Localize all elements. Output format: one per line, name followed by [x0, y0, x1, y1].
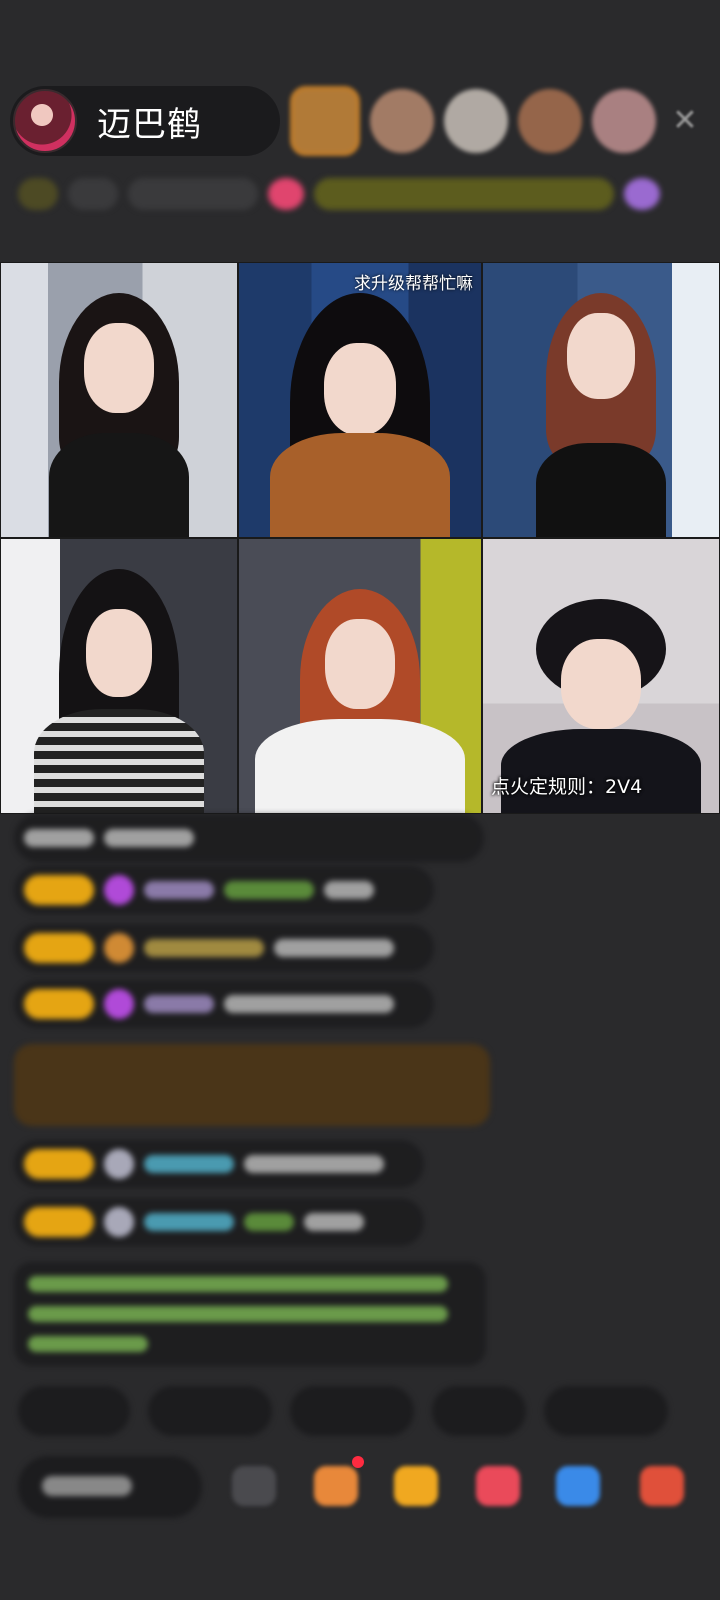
level-badge [24, 933, 94, 963]
highlight-message[interactable] [14, 1044, 490, 1126]
system-notice [14, 1262, 486, 1366]
host-avatar[interactable] [13, 89, 77, 153]
chat-message[interactable] [14, 1198, 424, 1246]
guest-face [567, 313, 635, 399]
pink-chip[interactable] [268, 178, 304, 210]
level-badge [24, 1207, 94, 1237]
info-strip [18, 174, 708, 214]
message-text [244, 1155, 384, 1173]
gift-icon[interactable] [394, 1466, 438, 1506]
chat-message[interactable] [14, 866, 434, 914]
guest-body [536, 443, 666, 537]
message-text [324, 881, 374, 899]
viewer-avatar[interactable] [444, 89, 508, 153]
level-badge [24, 875, 94, 905]
quick-reply-button[interactable] [432, 1386, 526, 1436]
quick-reply-button[interactable] [290, 1386, 414, 1436]
user-name[interactable] [224, 881, 314, 899]
guest-video-2[interactable]: 求升级帮帮忙嘛 [238, 262, 482, 538]
notice-line [28, 1306, 448, 1322]
quick-reply-button[interactable] [544, 1386, 668, 1436]
info-chip [128, 178, 258, 210]
guest-caption: 求升级帮帮忙嘛 [354, 274, 473, 294]
fan-badge-icon [104, 989, 134, 1019]
banner-chip[interactable] [314, 178, 614, 210]
guest-video-4[interactable] [0, 538, 238, 814]
guest-face [325, 619, 395, 709]
quick-reply-button[interactable] [18, 1386, 130, 1436]
guest-body [270, 433, 450, 537]
viewer-avatar[interactable] [370, 89, 434, 153]
purple-chip[interactable] [624, 178, 660, 210]
chat-message[interactable] [14, 980, 434, 1028]
chat-message[interactable] [14, 924, 434, 972]
user-name[interactable] [144, 881, 214, 899]
guest-face [324, 343, 396, 435]
info-chip [68, 178, 118, 210]
guest-face [84, 323, 154, 413]
chat-message[interactable] [14, 1140, 424, 1188]
level-badge [24, 989, 94, 1019]
fan-badge-icon [104, 1149, 134, 1179]
comment-input[interactable] [18, 1456, 202, 1518]
fan-badge-icon [104, 875, 134, 905]
comment-placeholder [42, 1476, 132, 1496]
guest-body [255, 719, 465, 813]
quick-reply-button[interactable] [148, 1386, 272, 1436]
notification-dot [352, 1456, 364, 1468]
top-viewers [290, 86, 656, 156]
user-name[interactable] [144, 1155, 234, 1173]
message-text [104, 829, 194, 847]
fan-badge-icon [104, 933, 134, 963]
more-icon[interactable] [232, 1466, 276, 1506]
guest-video-5[interactable] [238, 538, 482, 814]
quick-reply-row [18, 1386, 668, 1436]
guest-body [34, 709, 204, 813]
wish-icon[interactable] [476, 1466, 520, 1506]
guest-face [561, 639, 641, 729]
fan-badge-icon [104, 1207, 134, 1237]
user-name[interactable] [144, 939, 264, 957]
message-text [274, 939, 394, 957]
guest-video-3[interactable] [482, 262, 720, 538]
viewer-avatar[interactable] [290, 86, 360, 156]
bottom-bar [18, 1456, 708, 1518]
message-text [24, 829, 94, 847]
guest-body [49, 433, 189, 537]
viewer-avatar[interactable] [518, 89, 582, 153]
user-name[interactable] [244, 1213, 294, 1231]
gift-box-icon[interactable] [314, 1466, 358, 1506]
rank-chip[interactable] [18, 178, 58, 210]
host-info[interactable]: 迈巴鹤 [10, 86, 280, 156]
user-name[interactable] [144, 1213, 234, 1231]
guest-face [86, 609, 152, 697]
user-name[interactable] [144, 995, 214, 1013]
chat-message[interactable] [14, 814, 484, 862]
host-name: 迈巴鹤 [97, 104, 202, 145]
viewer-avatar[interactable] [592, 89, 656, 153]
shop-icon[interactable] [640, 1466, 684, 1506]
message-text [224, 995, 394, 1013]
multi-guest-video-grid: 求升级帮帮忙嘛 点火定规则：2V4 [0, 262, 720, 814]
message-text [304, 1213, 364, 1231]
level-badge [24, 1149, 94, 1179]
rule-label: 点火定规则：2V4 [491, 776, 643, 798]
notice-line [28, 1276, 448, 1292]
share-icon[interactable] [556, 1466, 600, 1506]
notice-line [28, 1336, 148, 1352]
close-icon[interactable]: ✕ [668, 104, 702, 138]
guest-video-6[interactable]: 点火定规则：2V4 [482, 538, 720, 814]
guest-video-1[interactable] [0, 262, 238, 538]
